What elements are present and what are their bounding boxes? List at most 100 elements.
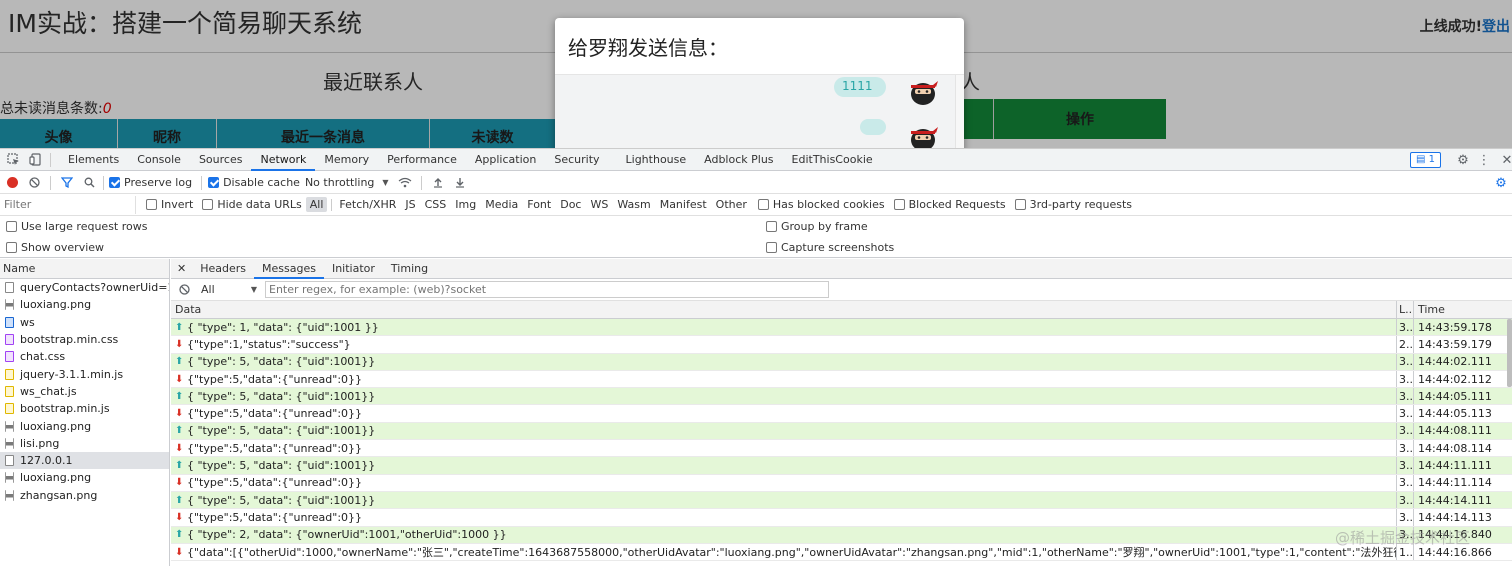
type-filter-fetch-xhr[interactable]: Fetch/XHR xyxy=(335,197,400,212)
type-filter-ws[interactable]: WS xyxy=(586,197,612,212)
group-by-frame-checkbox[interactable]: Group by frame xyxy=(766,220,868,233)
time-column-header[interactable]: Time xyxy=(1414,301,1502,318)
issues-badge[interactable]: ▤ 1 xyxy=(1410,152,1442,168)
export-har-icon[interactable] xyxy=(449,172,471,194)
request-row[interactable]: bootstrap.min.css xyxy=(0,331,169,348)
message-row[interactable]: ⬆{ "type": 2, "data": {"ownerUid":1001,"… xyxy=(171,526,1512,544)
large-request-rows-checkbox[interactable]: Use large request rows xyxy=(6,220,147,233)
preserve-log-checkbox[interactable]: Preserve log xyxy=(109,176,192,189)
type-filter-js[interactable]: JS xyxy=(401,197,419,212)
tab-messages[interactable]: Messages xyxy=(254,259,324,279)
tab-lighthouse[interactable]: Lighthouse xyxy=(617,149,696,171)
type-filter-wasm[interactable]: Wasm xyxy=(613,197,654,212)
request-row[interactable]: queryContacts?ownerUid=1001 xyxy=(0,279,169,296)
message-row[interactable]: ⬇ {"data":[{"otherUid":1000,"ownerName":"… xyxy=(171,543,1512,562)
length-column-header[interactable]: L... xyxy=(1397,301,1414,318)
blocked-requests-checkbox[interactable]: Blocked Requests xyxy=(893,198,1006,211)
request-row[interactable]: ws_chat.js xyxy=(0,383,169,400)
request-row[interactable]: luoxiang.png xyxy=(0,296,169,313)
message-row[interactable]: ⬆{ "type": 5, "data": {"uid":1001}}3...1… xyxy=(171,353,1512,371)
message-row[interactable]: ⬆{ "type": 5, "data": {"uid":1001}}3...1… xyxy=(171,457,1512,475)
device-toolbar-icon[interactable] xyxy=(24,149,46,171)
tab-application[interactable]: Application xyxy=(466,149,545,171)
gear-icon[interactable]: ⚙ xyxy=(1452,149,1474,171)
tab-sources[interactable]: Sources xyxy=(190,149,252,171)
ninja-avatar-icon xyxy=(911,81,938,105)
filter-input[interactable] xyxy=(0,195,136,214)
name-column-header[interactable]: Name xyxy=(0,259,169,279)
search-icon[interactable] xyxy=(78,172,100,194)
network-conditions-icon[interactable] xyxy=(394,172,416,194)
message-row[interactable]: ⬇{"type":5,"data":{"unread":0}}3...14:44… xyxy=(171,474,1512,492)
message-data-cell: ⬆{ "type": 5, "data": {"uid":1001}} xyxy=(171,457,1397,474)
more-options-icon[interactable]: ⋮ xyxy=(1473,149,1495,171)
message-row[interactable]: ⬇{"type":5,"data":{"unread":0}}3...14:44… xyxy=(171,405,1512,423)
tab-memory[interactable]: Memory xyxy=(315,149,378,171)
inspect-element-icon[interactable] xyxy=(2,149,24,171)
type-filter-img[interactable]: Img xyxy=(451,197,480,212)
tab-security[interactable]: Security xyxy=(545,149,608,171)
message-row[interactable]: ⬇{"type":5,"data":{"unread":0}}3...14:44… xyxy=(171,509,1512,527)
message-row[interactable]: ⬇{"type":5,"data":{"unread":0}}3...14:44… xyxy=(171,440,1512,458)
tab-editthiscookie[interactable]: EditThisCookie xyxy=(783,149,882,171)
type-filter-font[interactable]: Font xyxy=(523,197,555,212)
disable-cache-checkbox[interactable]: Disable cache xyxy=(208,176,300,189)
close-icon[interactable]: ✕ xyxy=(1496,149,1512,171)
checkbox-unchecked xyxy=(757,199,769,210)
capture-screenshots-label: Capture screenshots xyxy=(781,240,895,254)
type-filter-all[interactable]: All xyxy=(305,197,328,212)
close-icon[interactable]: ✕ xyxy=(171,259,192,279)
tab-adblock-plus[interactable]: Adblock Plus xyxy=(695,149,782,171)
message-row[interactable]: ⬆{ "type": 5, "data": {"uid":1001}}3...1… xyxy=(171,388,1512,406)
tab-console[interactable]: Console xyxy=(128,149,190,171)
type-filter-media[interactable]: Media xyxy=(481,197,522,212)
clear-messages-icon[interactable] xyxy=(173,279,195,301)
throttling-value: No throttling xyxy=(304,176,375,189)
request-row[interactable]: luoxiang.png xyxy=(0,417,169,434)
message-row[interactable]: ⬆{ "type": 5, "data": {"uid":1001}}3...1… xyxy=(171,422,1512,441)
chat-scrollbar[interactable] xyxy=(955,75,964,148)
request-row[interactable]: bootstrap.min.js xyxy=(0,400,169,417)
request-row[interactable]: ws xyxy=(0,314,169,331)
message-row[interactable]: ⬇{"type":5,"data":{"unread":0}}3...14:44… xyxy=(171,370,1512,389)
message-row[interactable]: ⬆{ "type": 1, "data": {"uid":1001 }}3...… xyxy=(171,319,1512,337)
tab-timing[interactable]: Timing xyxy=(383,259,436,279)
message-row[interactable]: ⬆{ "type": 5, "data": {"uid":1001}}3...1… xyxy=(171,491,1512,510)
show-overview-checkbox[interactable]: Show overview xyxy=(6,241,104,254)
import-har-icon[interactable] xyxy=(427,172,449,194)
clear-icon[interactable] xyxy=(23,172,45,194)
message-type-select[interactable]: All ▼ xyxy=(201,283,257,296)
toolbar-separator xyxy=(50,175,51,190)
type-filter-manifest[interactable]: Manifest xyxy=(656,197,711,212)
data-column-header[interactable]: Data xyxy=(171,301,1397,318)
messages-scrollbar[interactable] xyxy=(1507,319,1512,387)
request-row[interactable]: chat.css xyxy=(0,348,169,365)
ws-file-icon xyxy=(5,316,14,328)
detail-tabbar: ✕ Headers Messages Initiator Timing xyxy=(171,259,1512,279)
tab-network[interactable]: Network xyxy=(251,149,316,171)
request-row[interactable]: 127.0.0.1 xyxy=(0,451,169,470)
filter-icon[interactable] xyxy=(56,172,78,194)
has-blocked-cookies-checkbox[interactable]: Has blocked cookies xyxy=(757,198,885,211)
invert-checkbox[interactable]: Invert xyxy=(146,198,193,211)
tab-headers[interactable]: Headers xyxy=(192,259,254,279)
type-filter-doc[interactable]: Doc xyxy=(556,197,585,212)
type-filter-other[interactable]: Other xyxy=(712,197,751,212)
request-row[interactable]: zhangsan.png xyxy=(0,487,169,504)
tab-performance[interactable]: Performance xyxy=(378,149,466,171)
checkbox-unchecked xyxy=(6,241,17,253)
throttling-select[interactable]: No throttling ▼ xyxy=(305,176,389,189)
hide-data-urls-checkbox[interactable]: Hide data URLs xyxy=(202,198,302,211)
network-settings-gear-icon[interactable]: ⚙ xyxy=(1490,172,1512,194)
third-party-requests-checkbox[interactable]: 3rd-party requests xyxy=(1014,198,1132,211)
regex-filter-input[interactable] xyxy=(265,281,829,298)
tab-initiator[interactable]: Initiator xyxy=(324,259,383,279)
tab-elements[interactable]: Elements xyxy=(59,149,128,171)
request-row[interactable]: lisi.png xyxy=(0,435,169,452)
message-row[interactable]: ⬇{"type":1,"status":"success"}2...14:43:… xyxy=(171,336,1512,354)
type-filter-css[interactable]: CSS xyxy=(421,197,451,212)
capture-screenshots-checkbox[interactable]: Capture screenshots xyxy=(766,241,894,254)
record-button[interactable] xyxy=(1,172,23,194)
request-row[interactable]: jquery-3.1.1.min.js xyxy=(0,365,169,382)
request-row[interactable]: luoxiang.png xyxy=(0,469,169,486)
